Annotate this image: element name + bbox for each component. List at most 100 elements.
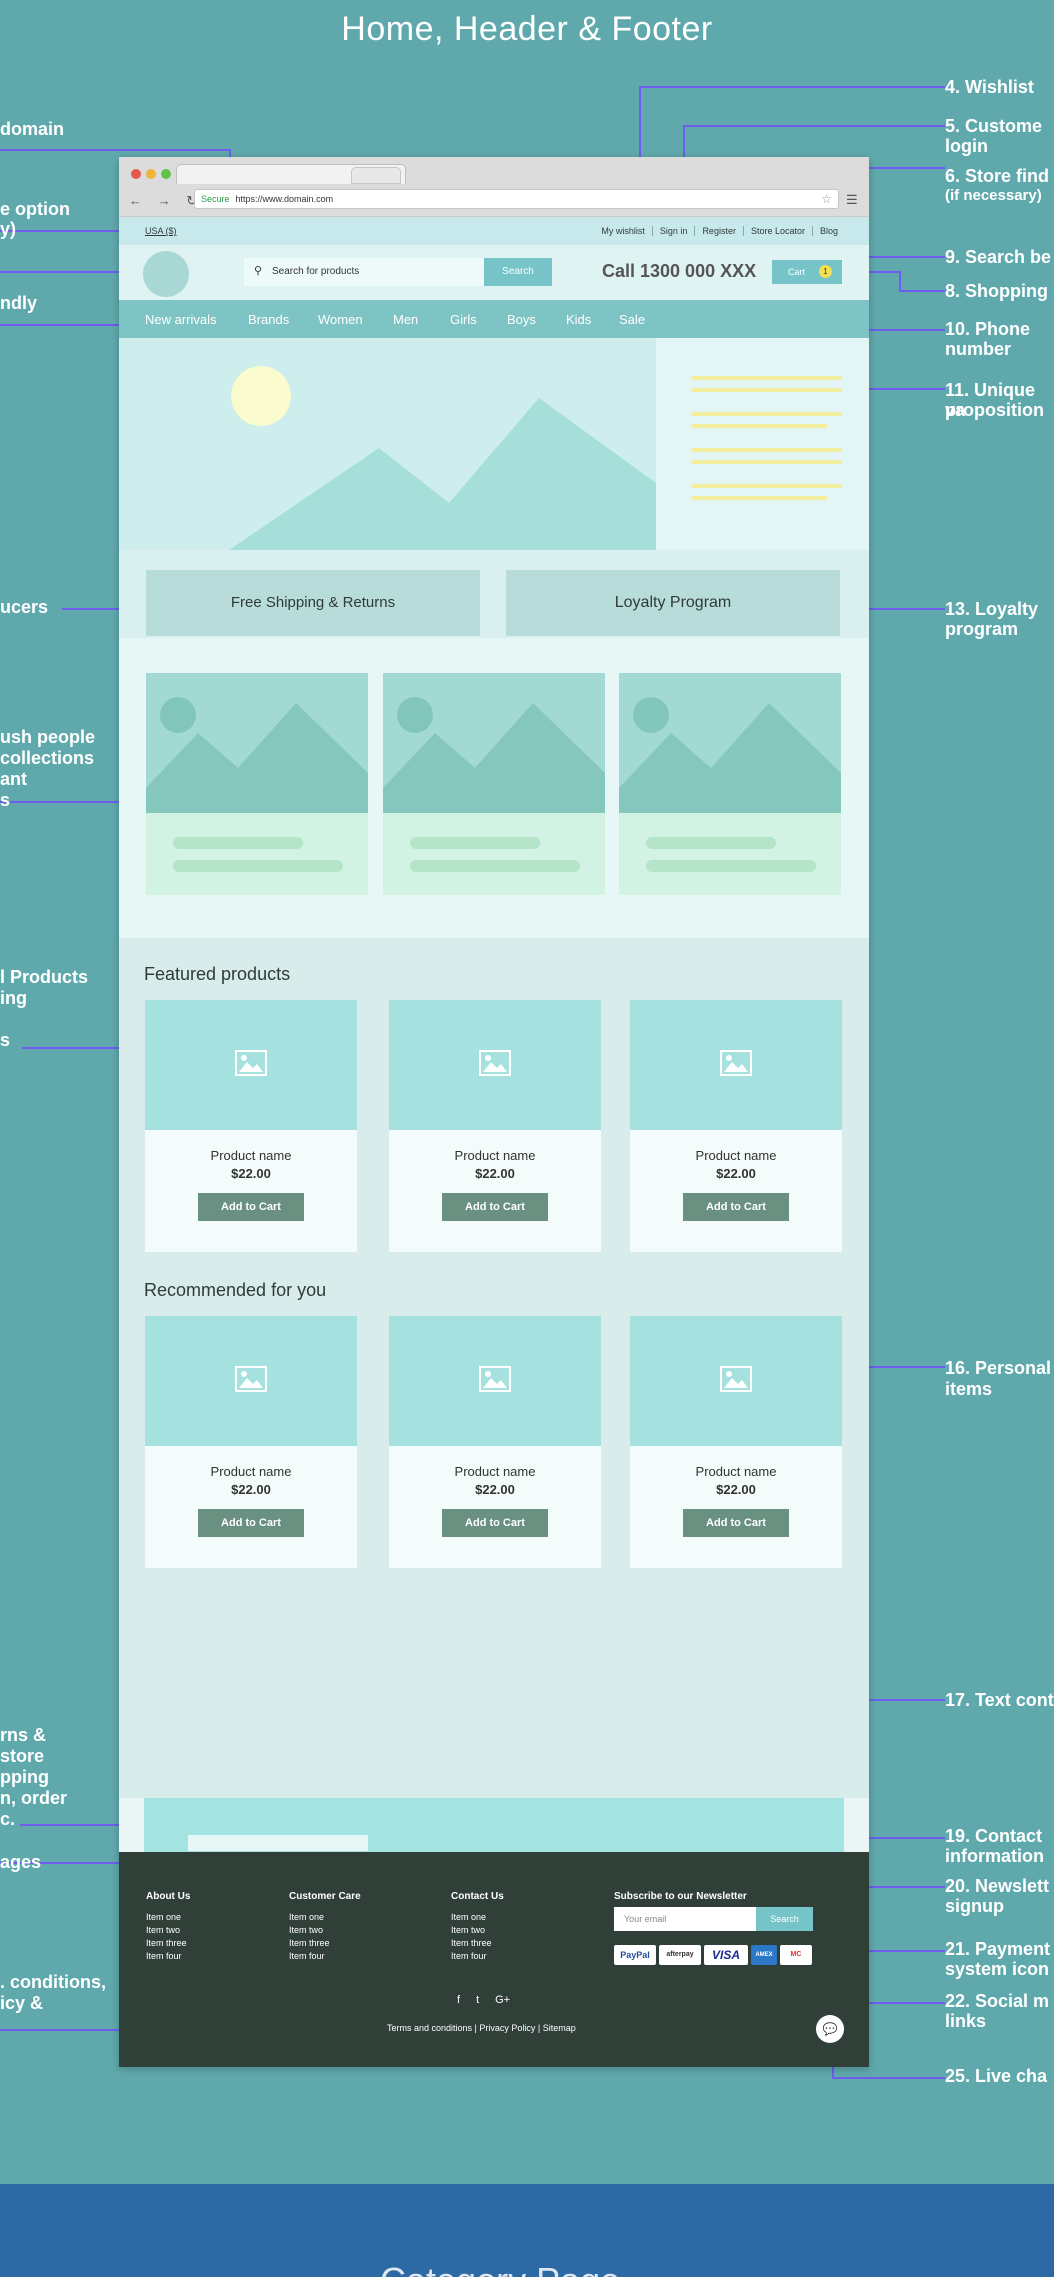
- footer-link[interactable]: Item one: [451, 1911, 504, 1924]
- collection-card[interactable]: [619, 673, 841, 895]
- nav-men[interactable]: Men: [393, 312, 418, 327]
- product-name[interactable]: Product name: [145, 1148, 357, 1163]
- hero-banner[interactable]: [119, 338, 869, 550]
- newsletter-submit-button[interactable]: Search: [756, 1907, 813, 1931]
- product-name[interactable]: Product name: [630, 1148, 842, 1163]
- maximize-window-icon[interactable]: [161, 169, 171, 179]
- nav-girls[interactable]: Girls: [450, 312, 477, 327]
- minimize-window-icon[interactable]: [146, 169, 156, 179]
- add-to-cart-button[interactable]: Add to Cart: [683, 1509, 789, 1537]
- recommended-title: Recommended for you: [144, 1280, 327, 1300]
- blog-link[interactable]: Blog: [811, 226, 845, 236]
- product-card[interactable]: Product name $22.00 Add to Cart: [630, 1000, 842, 1252]
- add-to-cart-button[interactable]: Add to Cart: [198, 1193, 304, 1221]
- loyalty-program-banner[interactable]: Loyalty Program: [506, 570, 840, 636]
- annotation-option-2: y): [0, 219, 17, 239]
- annotation-featured-1: l Products: [0, 967, 89, 987]
- site-header: ⚲ Search for products Search Call 1300 0…: [119, 245, 869, 300]
- footer-link[interactable]: Item four: [451, 1950, 504, 1963]
- product-name[interactable]: Product name: [630, 1464, 842, 1479]
- collection-card[interactable]: [383, 673, 605, 895]
- annotation-program: program: [945, 619, 1019, 639]
- search-placeholder: Search for products: [272, 266, 360, 277]
- hero-image-placeholder: [229, 366, 656, 550]
- annotation-push-4: s: [0, 790, 11, 810]
- google-plus-icon[interactable]: G+: [495, 1994, 510, 2006]
- annotation-friendly: ndly: [0, 293, 38, 313]
- add-to-cart-button[interactable]: Add to Cart: [198, 1509, 304, 1537]
- cart-label: Cart: [788, 267, 806, 277]
- nav-women[interactable]: Women: [318, 312, 363, 327]
- search-button[interactable]: Search: [484, 258, 552, 286]
- sign-in-link[interactable]: Sign in: [651, 226, 695, 236]
- footer-link[interactable]: Item two: [289, 1924, 361, 1937]
- nav-new-arrivals[interactable]: New arrivals: [145, 312, 217, 327]
- store-locator-link[interactable]: Store Locator: [742, 226, 812, 236]
- annotation-social: 22. Social m: [945, 1991, 1050, 2011]
- add-to-cart-button[interactable]: Add to Cart: [683, 1193, 789, 1221]
- footer-heading: Customer Care: [289, 1891, 361, 1902]
- browser-chrome: × ← → ↻ Securehttps://www.domain.com ☆ ☰: [119, 157, 869, 217]
- annotation-login: login: [945, 136, 988, 156]
- browser-window: × ← → ↻ Securehttps://www.domain.com ☆ ☰…: [119, 157, 869, 2067]
- add-to-cart-button[interactable]: Add to Cart: [442, 1509, 548, 1537]
- annotation-wishlist: 4. Wishlist: [945, 77, 1034, 97]
- legal-links[interactable]: Terms and conditions | Privacy Policy | …: [387, 2023, 576, 2033]
- product-card[interactable]: Product name $22.00 Add to Cart: [145, 1000, 357, 1252]
- logo[interactable]: [143, 251, 189, 297]
- footer-column-contact: Contact Us Item one Item two Item three …: [451, 1890, 504, 1963]
- collection-card[interactable]: [146, 673, 368, 895]
- twitter-icon[interactable]: t: [476, 1994, 479, 2006]
- browser-menu-icon[interactable]: ☰: [846, 192, 858, 208]
- footer-heading: About Us: [146, 1891, 191, 1902]
- wishlist-link[interactable]: My wishlist: [594, 226, 652, 236]
- footer-link[interactable]: Item two: [146, 1924, 190, 1937]
- value-proposition: [656, 338, 869, 550]
- url-text: https://www.domain.com: [235, 194, 334, 204]
- facebook-icon[interactable]: f: [457, 1994, 460, 2006]
- footer-link[interactable]: Item three: [146, 1937, 190, 1950]
- annotation-customer: 5. Custome: [945, 116, 1043, 136]
- product-price: $22.00: [231, 1482, 271, 1497]
- new-tab-button[interactable]: [351, 167, 401, 184]
- annotation-newsletter: 20. Newslett: [945, 1876, 1050, 1896]
- annotation-terms-2: icy &: [0, 1993, 44, 2013]
- nav-boys[interactable]: Boys: [507, 312, 536, 327]
- footer-link[interactable]: Item three: [289, 1937, 361, 1950]
- add-to-cart-button[interactable]: Add to Cart: [442, 1193, 548, 1221]
- country-selector[interactable]: USA ($): [145, 226, 177, 236]
- live-chat-icon[interactable]: 💬: [816, 2015, 844, 2043]
- footer-column-about: About Us Item one Item two Item three It…: [146, 1890, 190, 1963]
- footer-link[interactable]: Item three: [451, 1937, 504, 1950]
- product-card[interactable]: Product name $22.00 Add to Cart: [630, 1316, 842, 1568]
- annotation-search: 9. Search be: [945, 247, 1052, 267]
- product-card[interactable]: Product name $22.00 Add to Cart: [145, 1316, 357, 1568]
- register-link[interactable]: Register: [694, 226, 743, 236]
- nav-brands[interactable]: Brands: [248, 312, 289, 327]
- annotation-if-necessary: (if necessary): [945, 187, 1042, 204]
- footer-link[interactable]: Item four: [289, 1950, 361, 1963]
- product-price: $22.00: [475, 1166, 515, 1181]
- product-card[interactable]: Product name $22.00 Add to Cart: [389, 1000, 601, 1252]
- footer-link[interactable]: Item four: [146, 1950, 190, 1963]
- newsletter-email-input[interactable]: Your email: [614, 1907, 756, 1931]
- bookmark-star-icon[interactable]: ☆: [821, 190, 832, 208]
- annotation-returns-1: rns &: [0, 1725, 47, 1745]
- footer-link[interactable]: Item one: [289, 1911, 361, 1924]
- annotation-shopping: 8. Shopping: [945, 281, 1048, 301]
- url-bar[interactable]: Secure https://www.domain.com ☆: [194, 189, 839, 209]
- cart-button[interactable]: Cart 1: [772, 260, 842, 284]
- product-name[interactable]: Product name: [389, 1464, 601, 1479]
- footer-link[interactable]: Item two: [451, 1924, 504, 1937]
- free-shipping-banner[interactable]: Free Shipping & Returns: [146, 570, 480, 636]
- image-placeholder-icon: [479, 1050, 511, 1076]
- close-window-icon[interactable]: [131, 169, 141, 179]
- nav-sale[interactable]: Sale: [619, 312, 645, 327]
- footer-link[interactable]: Item one: [146, 1911, 190, 1924]
- product-card[interactable]: Product name $22.00 Add to Cart: [389, 1316, 601, 1568]
- nav-kids[interactable]: Kids: [566, 312, 591, 327]
- browser-nav-icons[interactable]: ← → ↻: [129, 193, 203, 209]
- search-input[interactable]: ⚲ Search for products: [244, 258, 489, 286]
- product-name[interactable]: Product name: [145, 1464, 357, 1479]
- product-name[interactable]: Product name: [389, 1148, 601, 1163]
